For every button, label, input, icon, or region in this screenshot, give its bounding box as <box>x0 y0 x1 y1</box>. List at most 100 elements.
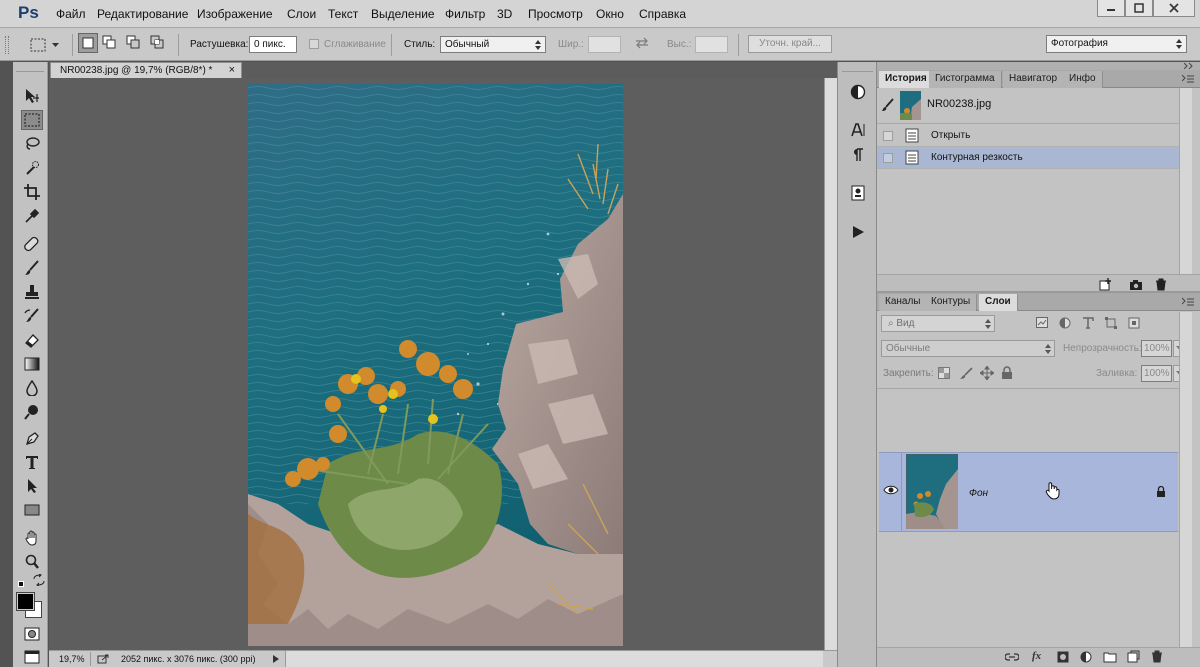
tab-info[interactable]: Инфо <box>1063 71 1103 88</box>
menu-3d[interactable]: 3D <box>497 7 512 21</box>
link-layers-icon[interactable] <box>1005 652 1019 662</box>
filter-type-icon[interactable] <box>1082 317 1094 329</box>
lock-pixels-brush-icon[interactable] <box>959 367 973 379</box>
eye-visibility-icon[interactable] <box>883 484 899 496</box>
clone-stamp-tool[interactable] <box>21 282 43 302</box>
swap-colors-button[interactable] <box>33 574 45 586</box>
panel-menu-icon[interactable] <box>1182 297 1194 307</box>
filter-adjustment-icon[interactable] <box>1059 317 1071 329</box>
menu-select[interactable]: Выделение <box>371 7 435 21</box>
toolbox-grip[interactable] <box>16 64 44 72</box>
intersect-selection-button[interactable] <box>150 35 164 49</box>
menu-view[interactable]: Просмотр <box>528 7 583 21</box>
healing-brush-tool[interactable] <box>21 234 43 254</box>
zoom-level[interactable]: 19,7% <box>51 652 91 666</box>
menu-window[interactable]: Окно <box>596 7 624 21</box>
vertical-scrollbar[interactable] <box>824 78 837 650</box>
crop-tool[interactable] <box>21 182 43 202</box>
antialias-checkbox[interactable] <box>309 39 319 49</box>
quick-select-tool[interactable] <box>21 158 43 178</box>
swap-dimensions-button[interactable] <box>635 37 649 49</box>
foreground-color-swatch[interactable] <box>16 592 35 611</box>
hand-tool[interactable] <box>21 528 43 548</box>
menu-layers[interactable]: Слои <box>287 7 316 21</box>
collapse-double-arrow-icon[interactable] <box>1184 63 1194 69</box>
document-image[interactable] <box>248 84 623 646</box>
tab-paths[interactable]: Контуры <box>925 294 978 311</box>
layer-filter-select[interactable]: ⌕ Вид <box>881 315 995 332</box>
lasso-tool[interactable] <box>21 134 43 154</box>
move-tool[interactable] <box>21 86 43 106</box>
zoom-tool[interactable] <box>21 552 43 572</box>
menu-help[interactable]: Справка <box>639 7 686 21</box>
screen-mode-button[interactable] <box>21 647 43 667</box>
rect-marquee-tool[interactable] <box>21 110 43 130</box>
height-input[interactable] <box>695 36 728 53</box>
tab-navigator[interactable]: Навигатор <box>1003 71 1065 88</box>
tab-channels[interactable]: Каналы <box>879 294 928 311</box>
export-icon[interactable] <box>97 654 109 664</box>
width-input[interactable] <box>588 36 621 53</box>
style-select[interactable]: Обычный <box>440 36 546 53</box>
close-window-button[interactable] <box>1153 0 1195 17</box>
tool-preset-picker[interactable] <box>30 35 66 55</box>
gradient-tool[interactable] <box>21 354 43 374</box>
paragraph-panel-button[interactable] <box>847 144 869 166</box>
actions-panel-button[interactable] <box>847 221 869 243</box>
history-brush-source-icon[interactable] <box>881 98 895 112</box>
grip-handle[interactable] <box>5 36 9 54</box>
history-snapshot[interactable]: NR00238.jpg <box>877 88 1179 124</box>
workspace-select[interactable]: Фотография <box>1046 35 1187 53</box>
default-colors-button[interactable] <box>18 581 24 587</box>
menu-filter[interactable]: Фильтр <box>445 7 485 21</box>
lock-all-icon[interactable] <box>1001 366 1013 379</box>
menu-text[interactable]: Текст <box>328 7 358 21</box>
panel-menu-icon[interactable] <box>1182 74 1194 84</box>
new-selection-button[interactable] <box>78 33 98 53</box>
new-layer-icon[interactable] <box>1127 650 1140 663</box>
history-source-checkbox[interactable] <box>883 153 893 163</box>
trash-icon[interactable] <box>1155 278 1167 291</box>
new-adjustment-layer-icon[interactable] <box>1080 651 1092 663</box>
filter-pixel-icon[interactable] <box>1036 317 1048 328</box>
status-menu-arrow-icon[interactable] <box>273 655 279 663</box>
history-source-checkbox[interactable] <box>883 131 893 141</box>
pen-tool[interactable] <box>21 428 43 448</box>
filter-shape-icon[interactable] <box>1105 317 1117 329</box>
fx-icon[interactable]: fx <box>1032 650 1041 662</box>
path-select-tool[interactable] <box>21 476 43 496</box>
history-scrollbar[interactable] <box>1179 88 1192 274</box>
camera-snapshot-icon[interactable] <box>1129 279 1143 291</box>
eraser-tool[interactable] <box>21 330 43 350</box>
horizontal-scrollbar[interactable] <box>285 651 823 667</box>
rectangle-tool[interactable] <box>21 500 43 520</box>
close-tab-icon[interactable]: × <box>229 64 235 76</box>
history-item-open[interactable]: Открыть <box>877 125 1179 147</box>
document-tab[interactable]: NR00238.jpg @ 19,7% (RGB/8*) * × <box>50 62 242 78</box>
blur-tool[interactable] <box>21 378 43 398</box>
brush-tool[interactable] <box>21 258 43 278</box>
opacity-input[interactable]: 100% <box>1141 340 1172 357</box>
maximize-button[interactable] <box>1125 0 1153 17</box>
add-selection-button[interactable] <box>102 35 116 49</box>
history-item-unsharp-mask[interactable]: Контурная резкость <box>877 147 1179 169</box>
menu-file[interactable]: Файл <box>56 7 86 21</box>
character-panel-button[interactable] <box>847 119 869 141</box>
lock-transparent-icon[interactable] <box>938 367 950 379</box>
menu-edit[interactable]: Редактирование <box>97 7 188 21</box>
filter-smart-object-icon[interactable] <box>1128 317 1140 329</box>
blend-mode-select[interactable]: Обычные <box>881 340 1055 357</box>
dodge-tool[interactable] <box>21 402 43 422</box>
adjustments-panel-button[interactable] <box>847 81 869 103</box>
tab-history[interactable]: История <box>879 71 934 88</box>
tab-layers[interactable]: Слои <box>979 294 1018 311</box>
feather-input[interactable]: 0 пикс. <box>249 36 297 53</box>
fill-input[interactable]: 100% <box>1141 365 1172 382</box>
menu-image[interactable]: Изображение <box>197 7 273 21</box>
refine-edge-button[interactable]: Уточн. край... <box>748 35 832 53</box>
new-group-folder-icon[interactable] <box>1103 651 1117 663</box>
minimize-button[interactable] <box>1097 0 1125 17</box>
tool-presets-button[interactable] <box>847 182 869 204</box>
layer-background[interactable]: Фон <box>879 452 1178 532</box>
history-brush-tool[interactable] <box>21 306 43 326</box>
